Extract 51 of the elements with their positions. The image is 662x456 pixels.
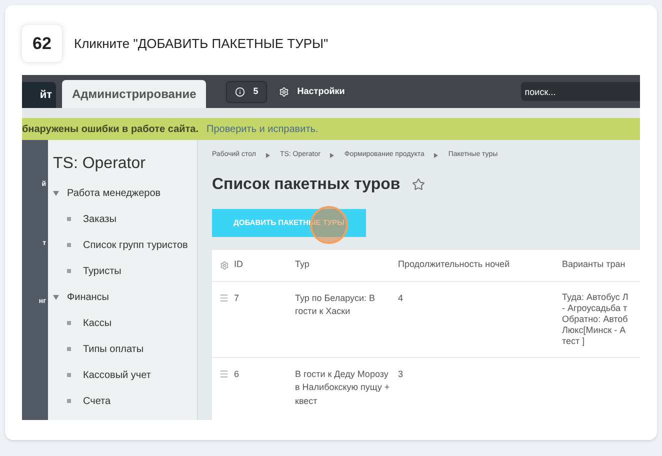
sidebar-item[interactable]: Работа менеджеров <box>67 186 161 200</box>
table-cell-line: Люкс[Минск - А <box>562 324 627 336</box>
bullet-icon <box>67 217 71 221</box>
drag-handle-icon[interactable] <box>219 368 229 378</box>
bullet-icon <box>67 321 71 325</box>
info-icon <box>235 86 246 96</box>
site-tab[interactable]: йт <box>22 82 56 108</box>
gear-icon[interactable] <box>220 260 229 270</box>
sidebar-item[interactable]: Заказы <box>83 212 116 226</box>
column-header: Продолжительность ночей <box>398 258 511 272</box>
table-cell-text: 7 <box>234 292 240 304</box>
page-title: Список пакетных туров <box>212 174 400 194</box>
table-cell-line: Туда: Автобус Л <box>562 292 628 302</box>
sidebar-item[interactable]: Счета <box>83 394 111 408</box>
step-instruction: Кликните "ДОБАВИТЬ ПАКЕТНЫЕ ТУРЫ" <box>74 34 328 53</box>
bullet-icon <box>67 347 71 351</box>
bullet-icon <box>67 373 71 377</box>
star-icon[interactable] <box>412 178 426 191</box>
gear-icon <box>279 86 290 96</box>
sidebar-item[interactable]: Типы оплаты <box>83 342 144 356</box>
sidebar-item[interactable]: Туристы <box>83 264 122 278</box>
chevron-icon <box>434 152 438 158</box>
column-header: Тур <box>295 258 310 272</box>
table-cell-text: Тур по Беларуси: В гости к Хаски <box>295 292 376 318</box>
sidebar-item[interactable]: Финансы <box>67 290 109 304</box>
table-cell-text: 4 <box>398 292 404 304</box>
chevron-icon <box>330 152 334 158</box>
table-cell-line: Обратно: Автоб <box>562 314 628 324</box>
step-number: 62 <box>22 25 62 62</box>
alert-message: бнаружены ошибки в работе сайта. <box>22 122 199 136</box>
table-cell-text: 6 <box>234 368 240 380</box>
sidebar-item[interactable]: Кассовый учет <box>83 368 151 382</box>
drag-handle-icon[interactable] <box>219 292 229 302</box>
bullet-icon <box>67 399 71 403</box>
fix-link[interactable]: Проверить и исправить. <box>206 122 318 136</box>
sidebar-title: TS: Operator <box>53 154 146 174</box>
table-cell-text: В гости к Деду Морозу в Налибокскую пущу + квест <box>295 368 391 408</box>
notifications-button[interactable]: 5 <box>226 80 268 102</box>
table-cell-text: 3 <box>398 368 404 380</box>
table-cell-line: - Агроусадьба т <box>562 302 628 314</box>
search-field[interactable]: поиск... <box>520 82 640 101</box>
column-header: Варианты тран <box>562 258 626 272</box>
settings-button[interactable]: Настройки <box>279 84 345 98</box>
bullet-icon <box>67 269 71 273</box>
column-header: ID <box>234 258 244 272</box>
chevron-icon <box>266 152 270 158</box>
bullet-icon <box>67 243 71 247</box>
sidebar-item[interactable]: Кассы <box>83 316 112 330</box>
table-cell-line: тест ] <box>562 336 586 346</box>
admin-tab[interactable]: Администрирование <box>62 80 206 108</box>
sidebar-item[interactable]: Список групп туристов <box>83 238 188 252</box>
